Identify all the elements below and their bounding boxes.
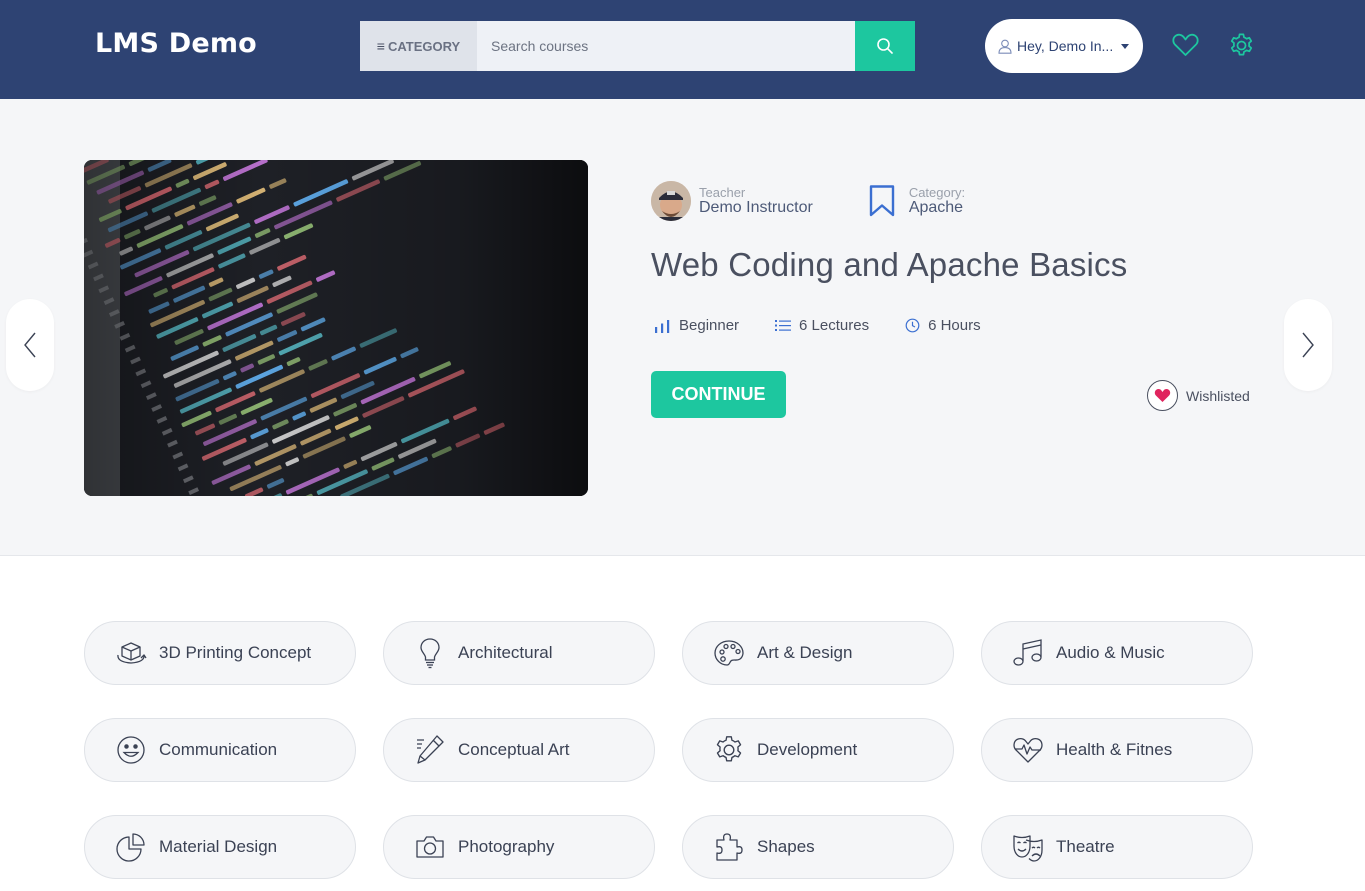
user-greeting: Hey, Demo In... bbox=[1017, 38, 1114, 54]
category-label: Art & Design bbox=[757, 643, 853, 662]
featured-course-slider: Teacher Demo Instructor Category: Apache… bbox=[0, 99, 1365, 556]
puzzle-icon bbox=[713, 831, 745, 863]
level-text: Beginner bbox=[679, 317, 740, 334]
wishlist-toggle[interactable]: Wishlisted bbox=[1147, 380, 1250, 411]
gear-icon bbox=[713, 734, 745, 766]
duration-stat: 6 Hours bbox=[905, 317, 981, 334]
category-label: Architectural bbox=[458, 643, 553, 662]
user-icon bbox=[998, 39, 1012, 54]
user-menu-button[interactable]: Hey, Demo In... bbox=[985, 19, 1143, 73]
category-communication[interactable]: Communication bbox=[84, 718, 356, 782]
category-grid: 3D Printing Concept Architectural Art & … bbox=[84, 621, 1254, 879]
wishlist-heart-button[interactable] bbox=[1147, 380, 1178, 411]
clock-icon bbox=[905, 318, 920, 333]
category-value[interactable]: Apache bbox=[909, 200, 965, 216]
top-navbar: LMS Demo ≡ CATEGORY Hey, Demo In... bbox=[0, 0, 1365, 99]
category-label: Development bbox=[757, 740, 858, 759]
bookmark-icon bbox=[869, 185, 895, 217]
level-stat: Beginner bbox=[654, 317, 739, 334]
category-architectural[interactable]: Architectural bbox=[383, 621, 655, 685]
code-screen-image bbox=[84, 160, 588, 496]
category-audio-music[interactable]: Audio & Music bbox=[981, 621, 1253, 685]
teacher-name[interactable]: Demo Instructor bbox=[699, 200, 813, 216]
category-label: 3D Printing Concept bbox=[159, 643, 312, 662]
pie-chart-icon bbox=[115, 831, 147, 863]
smiley-icon bbox=[115, 734, 147, 766]
chevron-left-icon bbox=[24, 332, 36, 358]
brand-logo[interactable]: LMS Demo bbox=[95, 28, 257, 59]
music-note-icon bbox=[1012, 637, 1044, 669]
category-label: Communication bbox=[159, 740, 278, 759]
menu-icon: ≡ bbox=[376, 38, 385, 54]
heart-filled-icon bbox=[1154, 389, 1171, 402]
wishlist-label: Wishlisted bbox=[1186, 387, 1250, 404]
category-dropdown-label: CATEGORY bbox=[387, 38, 461, 54]
lightbulb-icon bbox=[414, 637, 446, 669]
search-icon bbox=[877, 38, 893, 54]
course-meta: Teacher Demo Instructor Category: Apache bbox=[651, 181, 965, 221]
category-label: Shapes bbox=[757, 837, 815, 856]
lectures-stat: 6 Lectures bbox=[775, 317, 869, 334]
teacher-label: Teacher bbox=[699, 185, 746, 200]
wishlist-header-button[interactable] bbox=[1171, 31, 1199, 59]
theatre-mask-icon bbox=[1012, 831, 1044, 863]
category-label: Material Design bbox=[159, 837, 278, 856]
slider-next-button[interactable] bbox=[1284, 299, 1332, 391]
category-photography[interactable]: Photography bbox=[383, 815, 655, 879]
gear-icon bbox=[1230, 33, 1252, 56]
settings-header-button[interactable] bbox=[1227, 31, 1255, 59]
pencil-icon bbox=[414, 734, 446, 766]
lectures-text: 6 Lectures bbox=[799, 317, 870, 334]
duration-text: 6 Hours bbox=[928, 317, 981, 334]
chevron-right-icon bbox=[1302, 332, 1314, 358]
category-development[interactable]: Development bbox=[682, 718, 954, 782]
teacher-info: Teacher Demo Instructor bbox=[699, 186, 813, 216]
chevron-down-icon bbox=[1121, 43, 1130, 49]
category-label: Health & Fitnes bbox=[1056, 740, 1173, 759]
3d-box-icon bbox=[115, 637, 147, 669]
heart-icon bbox=[1171, 33, 1199, 56]
category-theatre[interactable]: Theatre bbox=[981, 815, 1253, 879]
category-3d-printing[interactable]: 3D Printing Concept bbox=[84, 621, 356, 685]
course-title[interactable]: Web Coding and Apache Basics bbox=[651, 246, 1127, 284]
category-info: Category: Apache bbox=[909, 186, 965, 216]
category-dropdown-button[interactable]: ≡ CATEGORY bbox=[360, 21, 477, 71]
search-input[interactable] bbox=[477, 21, 855, 71]
category-material-design[interactable]: Material Design bbox=[84, 815, 356, 879]
category-conceptual-art[interactable]: Conceptual Art bbox=[383, 718, 655, 782]
heart-pulse-icon bbox=[1012, 734, 1044, 766]
course-thumbnail-image[interactable] bbox=[84, 160, 588, 496]
search-bar: ≡ CATEGORY bbox=[360, 21, 915, 71]
continue-button[interactable]: CONTINUE bbox=[651, 371, 786, 418]
category-label: Conceptual Art bbox=[458, 740, 570, 759]
palette-icon bbox=[713, 637, 745, 669]
search-button[interactable] bbox=[855, 21, 915, 71]
bar-chart-icon bbox=[655, 319, 670, 333]
list-icon bbox=[775, 320, 792, 331]
category-label: Audio & Music bbox=[1056, 643, 1165, 662]
course-stats: Beginner 6 Lectures 6 Hours bbox=[654, 317, 1017, 334]
category-shapes[interactable]: Shapes bbox=[682, 815, 954, 879]
category-label: Category: bbox=[908, 185, 966, 200]
slider-prev-button[interactable] bbox=[6, 299, 54, 391]
teacher-avatar[interactable] bbox=[651, 181, 691, 221]
category-art-design[interactable]: Art & Design bbox=[682, 621, 954, 685]
category-health-fitness[interactable]: Health & Fitnes bbox=[981, 718, 1253, 782]
category-label: Theatre bbox=[1056, 837, 1115, 856]
category-label: Photography bbox=[458, 837, 555, 856]
camera-icon bbox=[414, 831, 446, 863]
